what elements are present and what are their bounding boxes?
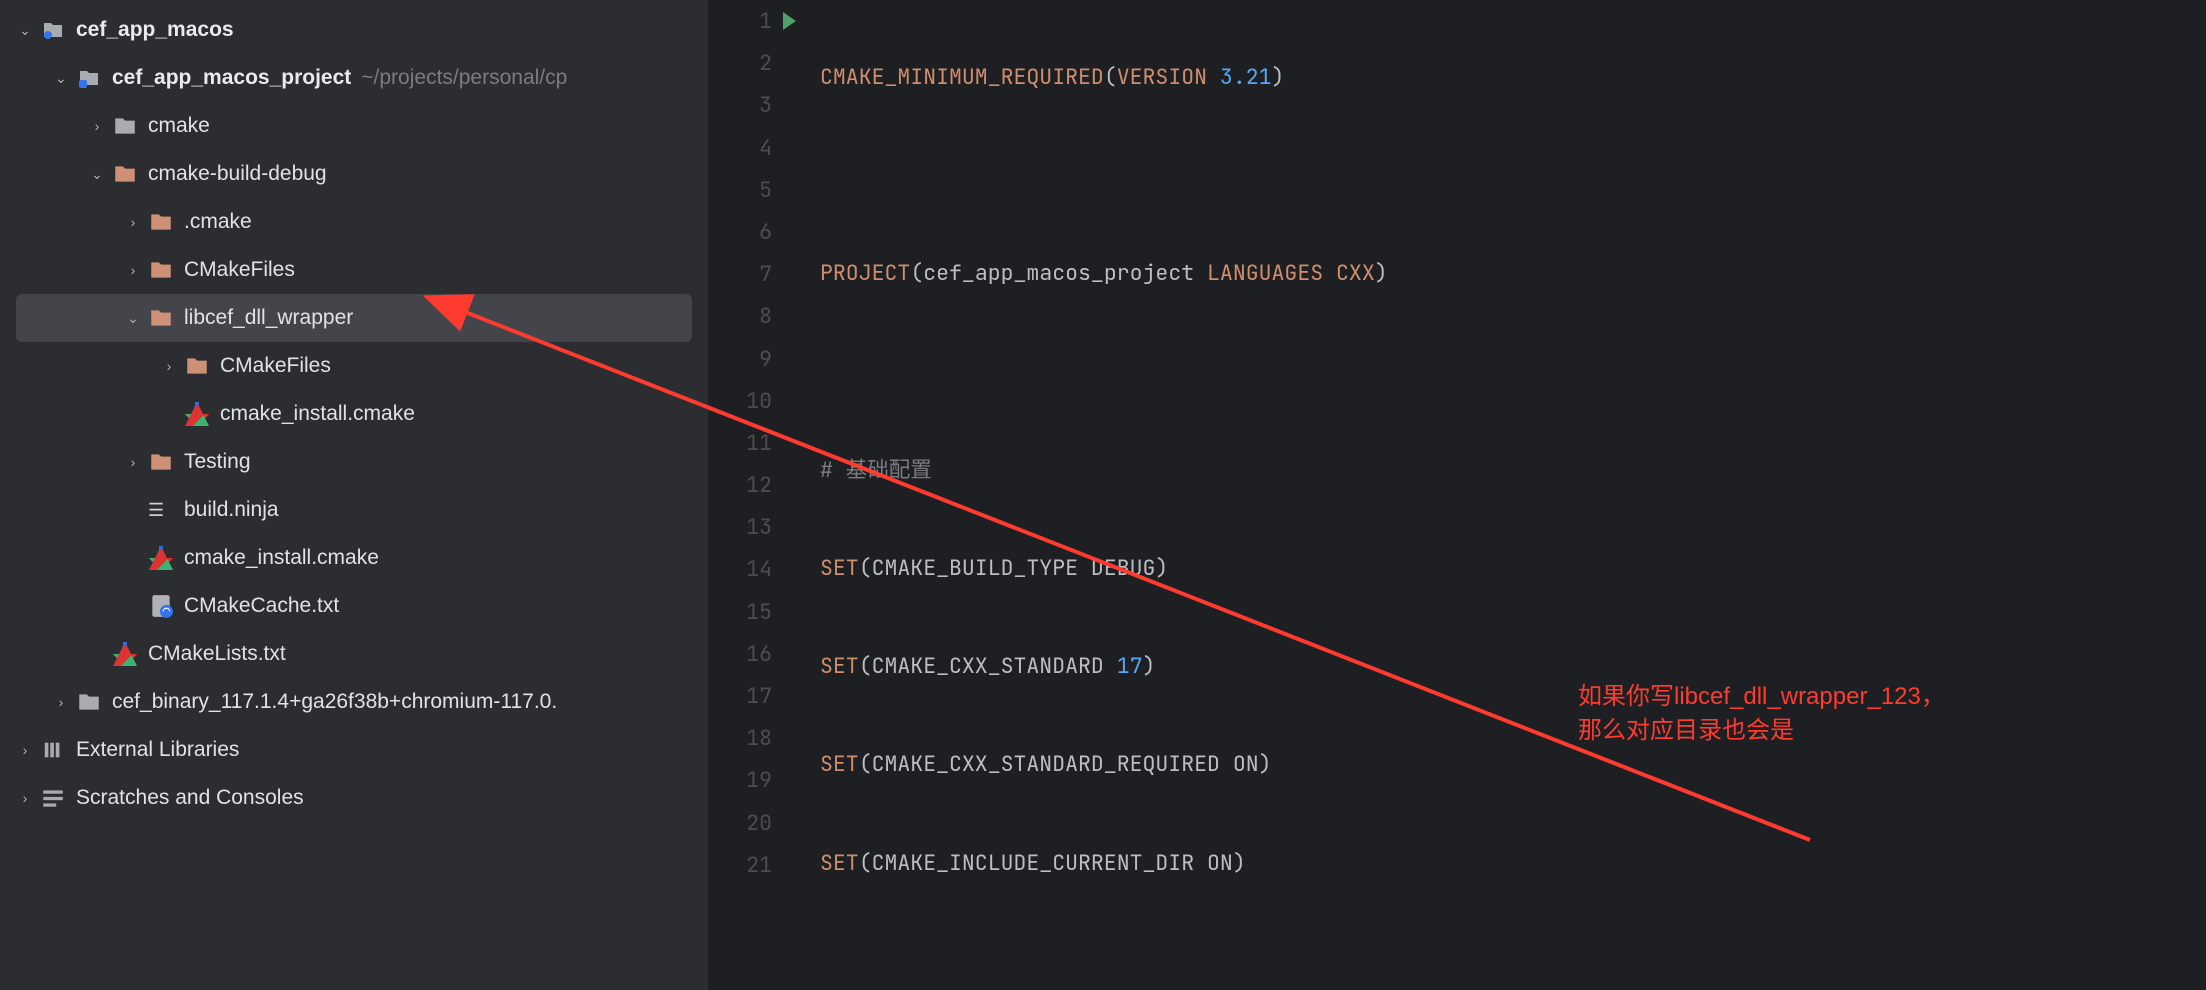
tree-label: cmake-build-debug bbox=[148, 162, 327, 186]
cmake-file-icon bbox=[184, 401, 210, 427]
tree-ext-libs[interactable]: › External Libraries bbox=[0, 726, 708, 774]
gutter-line-number: 1 bbox=[708, 0, 800, 42]
gutter-line-number: 14 bbox=[708, 548, 800, 590]
gutter-line-number: 12 bbox=[708, 464, 800, 506]
tree-label: cef_app_macos_project bbox=[112, 66, 351, 90]
tree-label: libcef_dll_wrapper bbox=[184, 306, 353, 330]
text-file-icon: ☰ bbox=[148, 500, 174, 521]
chevron-right-icon[interactable]: › bbox=[122, 214, 144, 230]
code-area[interactable]: CMAKE_MINIMUM_REQUIRED(VERSION 3.21) PRO… bbox=[800, 0, 1869, 990]
tree-cmakecache[interactable]: CMakeCache.txt bbox=[0, 582, 708, 630]
chevron-down-icon[interactable]: ⌄ bbox=[50, 70, 72, 87]
tree-label: .cmake bbox=[184, 210, 252, 234]
tree-label: cmake bbox=[148, 114, 210, 138]
gutter-line-number: 15 bbox=[708, 591, 800, 633]
cmake-cache-icon bbox=[148, 593, 174, 619]
project-tree: ⌄ cef_app_macos ⌄ cef_app_macos_project … bbox=[0, 0, 708, 990]
tree-label: cef_app_macos bbox=[76, 18, 234, 42]
folder-excluded-icon bbox=[148, 209, 174, 235]
chevron-down-icon[interactable]: ⌄ bbox=[86, 166, 108, 183]
gutter-line-number: 17 bbox=[708, 675, 800, 717]
tree-cmakefiles-1[interactable]: › CMakeFiles bbox=[0, 246, 708, 294]
tree-build-ninja[interactable]: ☰ build.ninja bbox=[0, 486, 708, 534]
chevron-right-icon[interactable]: › bbox=[158, 358, 180, 374]
tree-label: CMakeLists.txt bbox=[148, 642, 286, 666]
line-gutter: 123456789101112131415161718192021 bbox=[708, 0, 800, 990]
tree-label: CMakeFiles bbox=[184, 258, 295, 282]
gutter-line-number: 8 bbox=[708, 295, 800, 337]
tree-label: cmake_install.cmake bbox=[220, 402, 415, 426]
gutter-line-number: 20 bbox=[708, 802, 800, 844]
tree-cmake-dir[interactable]: › cmake bbox=[0, 102, 708, 150]
tree-testing[interactable]: › Testing bbox=[0, 438, 708, 486]
chevron-down-icon[interactable]: ⌄ bbox=[122, 310, 144, 327]
tree-label: Testing bbox=[184, 450, 251, 474]
module-folder-icon bbox=[76, 65, 102, 91]
folder-icon bbox=[76, 689, 102, 715]
gutter-line-number: 4 bbox=[708, 127, 800, 169]
gutter-line-number: 9 bbox=[708, 338, 800, 380]
gutter-line-number: 16 bbox=[708, 633, 800, 675]
folder-excluded-icon bbox=[148, 257, 174, 283]
tree-build-debug[interactable]: ⌄ cmake-build-debug bbox=[0, 150, 708, 198]
gutter-line-number: 3 bbox=[708, 84, 800, 126]
chevron-right-icon[interactable]: › bbox=[122, 454, 144, 470]
tree-libcef-wrapper[interactable]: ⌄ libcef_dll_wrapper bbox=[16, 294, 692, 342]
chevron-down-icon[interactable]: ⌄ bbox=[14, 22, 36, 39]
tree-scratches[interactable]: › Scratches and Consoles bbox=[0, 774, 708, 822]
code-editor[interactable]: 123456789101112131415161718192021 CMAKE_… bbox=[708, 0, 2206, 990]
tree-cmake-install-1[interactable]: cmake_install.cmake bbox=[0, 390, 708, 438]
tree-cmakefiles-2[interactable]: › CMakeFiles bbox=[0, 342, 708, 390]
tree-cmakelists[interactable]: CMakeLists.txt bbox=[0, 630, 708, 678]
gutter-line-number: 5 bbox=[708, 169, 800, 211]
tree-label: CMakeCache.txt bbox=[184, 594, 339, 618]
gutter-line-number: 10 bbox=[708, 380, 800, 422]
tree-label: cmake_install.cmake bbox=[184, 546, 379, 570]
gutter-line-number: 2 bbox=[708, 42, 800, 84]
gutter-line-number: 7 bbox=[708, 253, 800, 295]
tree-path-hint: ~/projects/personal/cp bbox=[361, 66, 567, 90]
chevron-right-icon[interactable]: › bbox=[122, 262, 144, 278]
gutter-line-number: 19 bbox=[708, 759, 800, 801]
gutter-line-number: 13 bbox=[708, 506, 800, 548]
cmake-file-icon bbox=[112, 641, 138, 667]
chevron-right-icon[interactable]: › bbox=[50, 694, 72, 710]
run-gutter-icon[interactable] bbox=[783, 12, 796, 30]
tree-cmake-install-2[interactable]: cmake_install.cmake bbox=[0, 534, 708, 582]
gutter-line-number: 21 bbox=[708, 844, 800, 886]
module-folder-icon bbox=[40, 17, 66, 43]
annotation-note: 如果你写libcef_dll_wrapper_123， 那么对应目录也会是 bbox=[1578, 680, 1945, 747]
code-token: CMAKE_MINIMUM_REQUIRED bbox=[820, 63, 1104, 91]
folder-excluded-icon bbox=[148, 449, 174, 475]
tree-label: build.ninja bbox=[184, 498, 279, 522]
tree-label: CMakeFiles bbox=[220, 354, 331, 378]
gutter-line-number: 11 bbox=[708, 422, 800, 464]
cmake-file-icon bbox=[148, 545, 174, 571]
folder-excluded-icon bbox=[112, 161, 138, 187]
tree-label: External Libraries bbox=[76, 738, 239, 762]
folder-icon bbox=[112, 113, 138, 139]
folder-excluded-icon bbox=[148, 305, 174, 331]
scratches-icon bbox=[40, 785, 66, 811]
tree-label: cef_binary_117.1.4+ga26f38b+chromium-117… bbox=[112, 690, 557, 714]
gutter-line-number: 18 bbox=[708, 717, 800, 759]
folder-excluded-icon bbox=[184, 353, 210, 379]
tree-root[interactable]: ⌄ cef_app_macos bbox=[0, 6, 708, 54]
chevron-right-icon[interactable]: › bbox=[86, 118, 108, 134]
chevron-right-icon[interactable]: › bbox=[14, 790, 36, 806]
gutter-line-number: 6 bbox=[708, 211, 800, 253]
tree-label: Scratches and Consoles bbox=[76, 786, 304, 810]
tree-dot-cmake[interactable]: › .cmake bbox=[0, 198, 708, 246]
tree-project[interactable]: ⌄ cef_app_macos_project ~/projects/perso… bbox=[0, 54, 708, 102]
tree-cef-binary[interactable]: › cef_binary_117.1.4+ga26f38b+chromium-1… bbox=[0, 678, 708, 726]
chevron-right-icon[interactable]: › bbox=[14, 742, 36, 758]
library-icon bbox=[40, 737, 66, 763]
